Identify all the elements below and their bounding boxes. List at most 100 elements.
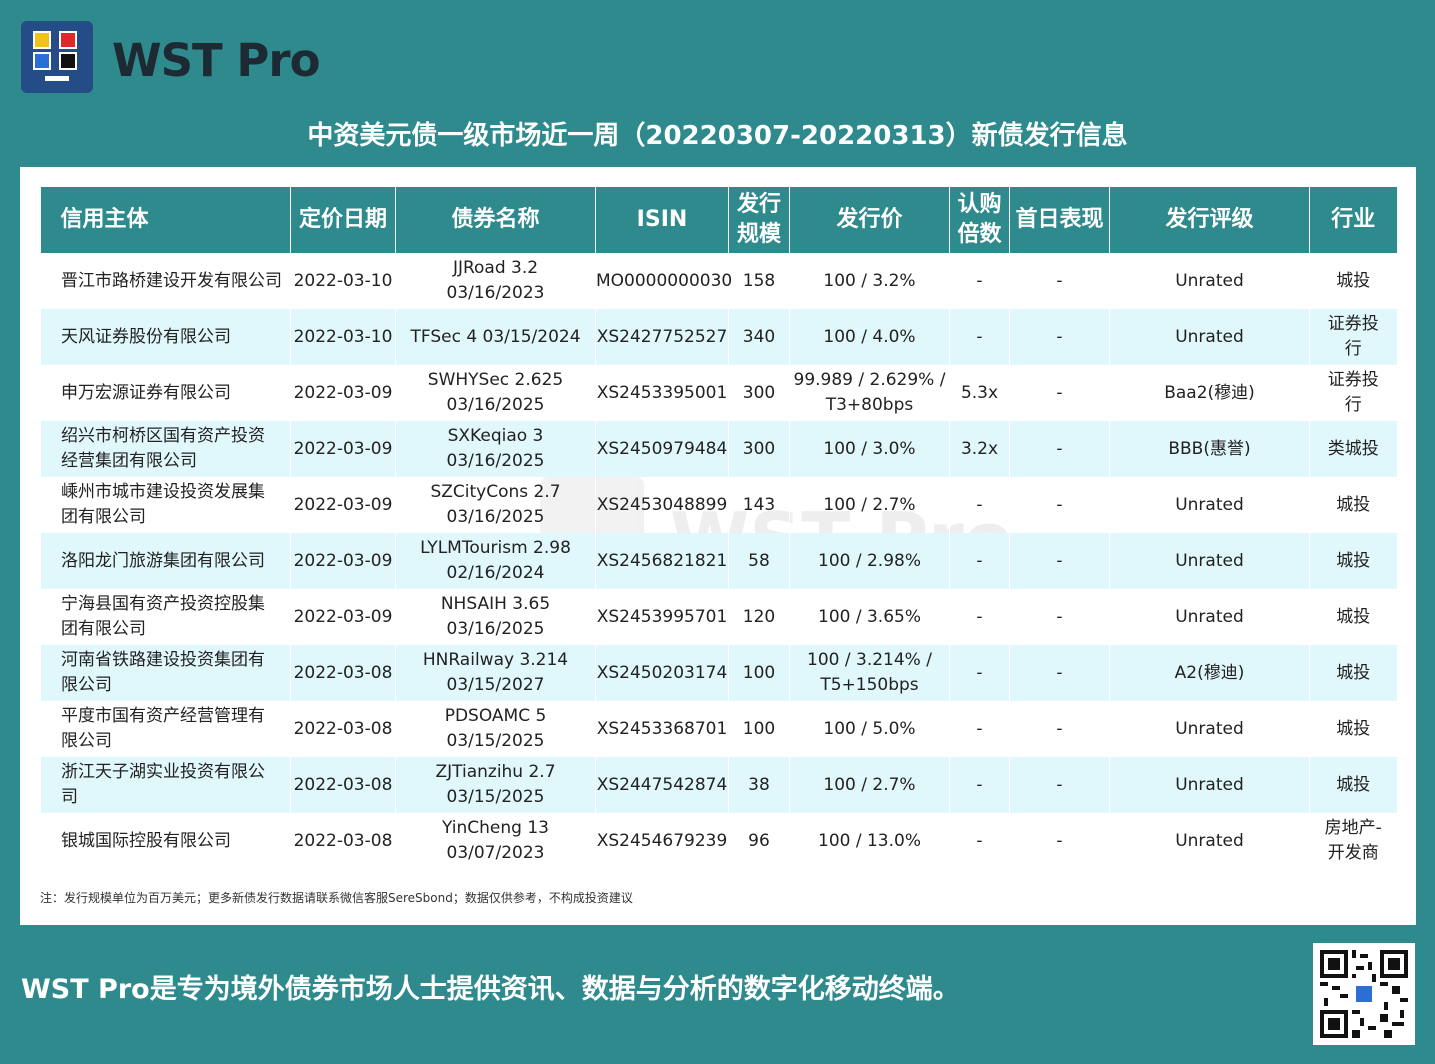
table-cell: 2022-03-09 bbox=[290, 365, 396, 421]
table-cell: - bbox=[1009, 813, 1110, 869]
table-row: 银城国际控股有限公司 2022-03-08 YinCheng 13 03/07/202… bbox=[40, 813, 1397, 869]
bond-issuance-table: 信用主体 定价日期 债券名称 ISIN 发行 规模 发行价 认购 倍数 首日表现 发行评级 行业 晋江… bbox=[40, 187, 1397, 869]
table-cell: 宁海县国有资产投资控股集 团有限公司 bbox=[40, 589, 291, 645]
table-cell: TFSec 4 03/15/2024 bbox=[395, 309, 596, 365]
table-cell: - bbox=[949, 757, 1010, 813]
table-cell: - bbox=[1009, 477, 1110, 533]
table-cell: - bbox=[1009, 589, 1110, 645]
table-cell: - bbox=[949, 533, 1010, 589]
table-cell: 120 bbox=[728, 589, 790, 645]
table-cell: 300 bbox=[728, 421, 790, 477]
table-cell: BBB(惠誉) bbox=[1109, 421, 1310, 477]
table-cell: 3.2x bbox=[949, 421, 1010, 477]
table-cell: XS2450203174 bbox=[595, 645, 729, 701]
column-header: 信用主体 bbox=[40, 187, 291, 253]
table-cell: - bbox=[1009, 365, 1110, 421]
table-cell: - bbox=[1009, 309, 1110, 365]
table-cell: SXKeqiao 3 03/16/2025 bbox=[395, 421, 596, 477]
table-cell: XS2427752527 bbox=[595, 309, 729, 365]
table-cell: 银城国际控股有限公司 bbox=[40, 813, 291, 869]
column-header: 债券名称 bbox=[395, 187, 596, 253]
table-cell: - bbox=[949, 813, 1010, 869]
table-row: 晋江市路桥建设开发有限公司 2022-03-10 JJRoad 3.2 03/16/2… bbox=[40, 253, 1397, 309]
column-header: 发行评级 bbox=[1109, 187, 1310, 253]
table-cell: 340 bbox=[728, 309, 790, 365]
table-cell: 38 bbox=[728, 757, 790, 813]
table-cell: 100 bbox=[728, 645, 790, 701]
table-cell: - bbox=[1009, 253, 1110, 309]
table-cell: 300 bbox=[728, 365, 790, 421]
table-cell: 平度市国有资产经营管理有 限公司 bbox=[40, 701, 291, 757]
table-cell: 99.989 / 2.629% / T3+80bps bbox=[789, 365, 950, 421]
table-cell: 嵊州市城市建设投资发展集 团有限公司 bbox=[40, 477, 291, 533]
table-cell: XS2456821821 bbox=[595, 533, 729, 589]
table-cell: 城投 bbox=[1309, 477, 1397, 533]
table-row: 宁海县国有资产投资控股集 团有限公司 2022-03-09 NHSAIH 3.65 03… bbox=[40, 589, 1397, 645]
table-cell: - bbox=[1009, 701, 1110, 757]
column-header: 发行 规模 bbox=[728, 187, 790, 253]
table-cell: 浙江天子湖实业投资有限公司 bbox=[40, 757, 291, 813]
table-cell: 100 / 5.0% bbox=[789, 701, 950, 757]
table-cell: - bbox=[949, 309, 1010, 365]
table-cell: 5.3x bbox=[949, 365, 1010, 421]
table-cell: 100 / 3.0% bbox=[789, 421, 950, 477]
column-header: 首日表现 bbox=[1009, 187, 1110, 253]
table-cell: 2022-03-09 bbox=[290, 477, 396, 533]
brand-name: WST Pro bbox=[112, 34, 320, 87]
table-cell: 2022-03-10 bbox=[290, 253, 396, 309]
table-cell: 绍兴市柯桥区国有资产投资 经营集团有限公司 bbox=[40, 421, 291, 477]
table-cell: JJRoad 3.2 03/16/2023 bbox=[395, 253, 596, 309]
table-cell: 房地产- 开发商 bbox=[1309, 813, 1397, 869]
table-cell: 2022-03-08 bbox=[290, 757, 396, 813]
table-cell: Unrated bbox=[1109, 589, 1310, 645]
table-cell: PDSOAMC 5 03/15/2025 bbox=[395, 701, 596, 757]
table-row: 嵊州市城市建设投资发展集 团有限公司 2022-03-09 SZCityCons 2.… bbox=[40, 477, 1397, 533]
table-cell: 申万宏源证券有限公司 bbox=[40, 365, 291, 421]
column-header: 定价日期 bbox=[290, 187, 396, 253]
footnote: 注：发行规模单位为百万美元；更多新债发行数据请联系微信客服SereSbond；数… bbox=[40, 891, 633, 905]
table-cell: 城投 bbox=[1309, 253, 1397, 309]
table-cell: XS2453395001 bbox=[595, 365, 729, 421]
table-cell: 城投 bbox=[1309, 533, 1397, 589]
table-cell: - bbox=[949, 477, 1010, 533]
table-row: 平度市国有资产经营管理有 限公司 2022-03-08 PDSOAMC 5 03/15/… bbox=[40, 701, 1397, 757]
column-header: 认购 倍数 bbox=[949, 187, 1010, 253]
table-row: 洛阳龙门旅游集团有限公司 2022-03-09 LYLMTourism 2.98 02… bbox=[40, 533, 1397, 589]
table-cell: - bbox=[1009, 757, 1110, 813]
table-cell: - bbox=[949, 701, 1010, 757]
wst-logo-icon bbox=[21, 21, 93, 93]
table-cell: 河南省铁路建设投资集团有 限公司 bbox=[40, 645, 291, 701]
table-cell: 晋江市路桥建设开发有限公司 bbox=[40, 253, 291, 309]
table-cell: Unrated bbox=[1109, 701, 1310, 757]
table-cell: 100 / 3.65% bbox=[789, 589, 950, 645]
table-cell: 洛阳龙门旅游集团有限公司 bbox=[40, 533, 291, 589]
table-cell: SWHYSec 2.625 03/16/2025 bbox=[395, 365, 596, 421]
page-title: 中资美元债一级市场近一周（20220307-20220313）新债发行信息 bbox=[307, 121, 1128, 151]
table-cell: 证券投行 bbox=[1309, 365, 1397, 421]
table-header-row: 信用主体 定价日期 债券名称 ISIN 发行 规模 发行价 认购 倍数 首日表现 发行评级 行业 bbox=[40, 187, 1397, 253]
table-row: 河南省铁路建设投资集团有 限公司 2022-03-08 HNRailway 3.214… bbox=[40, 645, 1397, 701]
table-cell: 158 bbox=[728, 253, 790, 309]
table-cell: - bbox=[949, 253, 1010, 309]
table-cell: Unrated bbox=[1109, 253, 1310, 309]
table-cell: 143 bbox=[728, 477, 790, 533]
table-cell: - bbox=[1009, 533, 1110, 589]
table-cell: 100 / 3.214% / T5+150bps bbox=[789, 645, 950, 701]
table-cell: Unrated bbox=[1109, 309, 1310, 365]
table-cell: 2022-03-09 bbox=[290, 533, 396, 589]
slogan: WST Pro是专为境外债券市场人士提供资讯、数据与分析的数字化移动终端。 bbox=[21, 974, 960, 1005]
table-cell: 100 / 13.0% bbox=[789, 813, 950, 869]
table-cell: Unrated bbox=[1109, 757, 1310, 813]
table-cell: MO0000000030 bbox=[595, 253, 732, 309]
table-cell: XS2447542874 bbox=[595, 757, 729, 813]
table-cell: 96 bbox=[728, 813, 790, 869]
table-cell: 2022-03-09 bbox=[290, 421, 396, 477]
table-cell: 证券投行 bbox=[1309, 309, 1397, 365]
table-cell: Unrated bbox=[1109, 477, 1310, 533]
table-cell: 天风证券股份有限公司 bbox=[40, 309, 291, 365]
table-row: 浙江天子湖实业投资有限公司 2022-03-08 ZJTianzihu 2.7 03/… bbox=[40, 757, 1397, 813]
table-cell: LYLMTourism 2.98 02/16/2024 bbox=[395, 533, 596, 589]
table-cell: 2022-03-10 bbox=[290, 309, 396, 365]
table-cell: 100 / 3.2% bbox=[789, 253, 950, 309]
table-cell: - bbox=[1009, 421, 1110, 477]
